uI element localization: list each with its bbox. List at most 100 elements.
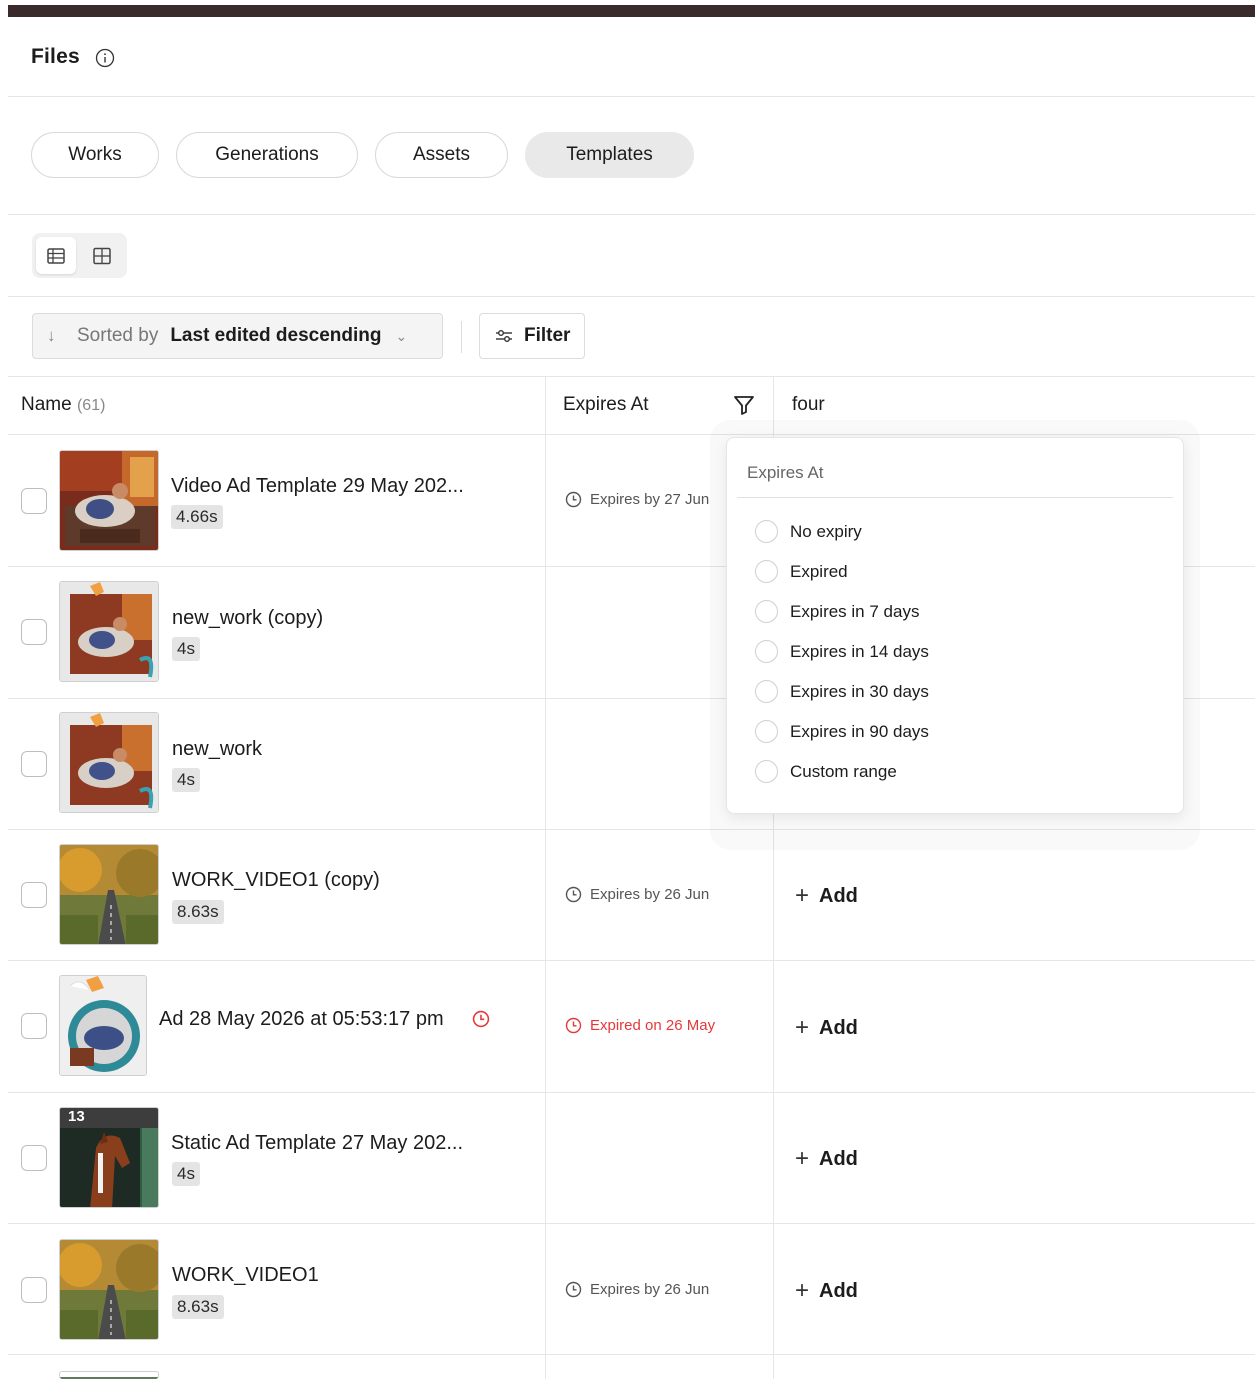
expiry-status: Expires by 27 Jun	[565, 491, 709, 508]
option-no-expiry[interactable]: No expiry	[755, 520, 862, 543]
option-90-days[interactable]: Expires in 90 days	[755, 720, 929, 743]
view-bar	[8, 215, 1255, 297]
radio-button[interactable]	[755, 760, 778, 783]
row-checkbox[interactable]	[21, 1013, 47, 1039]
expiry-status: Expired on 26 May	[565, 1017, 715, 1034]
row-name[interactable]: new_work (copy)	[172, 607, 323, 630]
add-button[interactable]: + Add	[795, 882, 858, 910]
thumbnail-image	[59, 844, 159, 945]
row-name[interactable]: WORK_VIDEO1 (copy)	[172, 869, 380, 892]
column-header-four[interactable]: four	[792, 394, 825, 416]
list-view-button[interactable]	[36, 237, 76, 274]
tab-assets[interactable]: Assets	[375, 132, 508, 178]
radio-button[interactable]	[755, 680, 778, 703]
list-view-icon	[47, 247, 65, 264]
row-checkbox[interactable]	[21, 619, 47, 645]
filter-button[interactable]: Filter	[479, 313, 585, 359]
row-name[interactable]: Ad 28 May 2026 at 05:53:17 pm	[159, 1008, 444, 1031]
tab-generations[interactable]: Generations	[176, 132, 358, 178]
column-header-expires[interactable]: Expires At	[563, 394, 649, 416]
table-row[interactable]: 13 Static Ad Template 27 May 202... 4s +…	[8, 1092, 1255, 1224]
thumbnail-image: 13	[59, 1107, 159, 1208]
duration-badge: 4s	[172, 1162, 200, 1186]
option-7-days[interactable]: Expires in 7 days	[755, 600, 919, 623]
grid-view-icon	[93, 247, 111, 264]
expiry-text: Expires by 26 Jun	[590, 1281, 710, 1298]
add-label: Add	[819, 1016, 858, 1039]
add-button[interactable]: + Add	[795, 1277, 858, 1305]
expiry-status: Expires by 26 Jun	[565, 886, 709, 903]
expiry-status: Expires by 26 Jun	[565, 1281, 709, 1298]
option-14-days[interactable]: Expires in 14 days	[755, 640, 929, 663]
add-button[interactable]: + Add	[795, 1014, 858, 1042]
radio-button[interactable]	[755, 560, 778, 583]
row-checkbox[interactable]	[21, 1277, 47, 1303]
radio-button[interactable]	[755, 600, 778, 623]
tab-works[interactable]: Works	[31, 132, 159, 178]
row-name[interactable]: Static Ad Template 27 May 202...	[171, 1132, 463, 1155]
table-row[interactable]: Ad 28 May 2026 at 05:53:17 pm Expired on…	[8, 961, 1255, 1093]
chevron-down-icon: ⌄	[395, 327, 408, 344]
sort-button[interactable]: ↓ Sorted by Last edited descending ⌄	[32, 313, 443, 359]
column-name-count: (61)	[76, 397, 106, 414]
row-name[interactable]: WORK_VIDEO1	[172, 1264, 319, 1287]
option-label: Custom range	[790, 761, 897, 781]
duration-badge: 4s	[172, 768, 200, 792]
row-checkbox[interactable]	[21, 1145, 47, 1171]
option-label: Expires in 7 days	[790, 601, 920, 621]
plus-icon: +	[795, 1014, 810, 1041]
grid-view-button[interactable]	[82, 237, 122, 274]
radio-button[interactable]	[755, 720, 778, 743]
clock-icon	[565, 491, 582, 508]
duration-badge: 8.63s	[172, 1295, 224, 1319]
option-label: Expires in 90 days	[790, 721, 929, 741]
option-custom-range[interactable]: Custom range	[755, 760, 897, 783]
option-30-days[interactable]: Expires in 30 days	[755, 680, 929, 703]
thumbnail-badge: 13	[68, 1108, 85, 1125]
radio-button[interactable]	[755, 640, 778, 663]
thumbnail-image	[59, 975, 147, 1076]
row-checkbox[interactable]	[21, 488, 47, 514]
expired-clock-icon	[472, 1010, 490, 1028]
option-expired[interactable]: Expired	[755, 560, 848, 583]
radio-button[interactable]	[755, 520, 778, 543]
table-row[interactable]: WORK_VIDEO1 8.63s Expires by 26 Jun + Ad…	[8, 1223, 1255, 1355]
page-title: Files	[31, 45, 80, 68]
option-label: Expires in 30 days	[790, 681, 929, 701]
row-checkbox[interactable]	[21, 751, 47, 777]
divider	[737, 497, 1173, 498]
duration-badge: 8.63s	[172, 900, 224, 924]
column-header-name[interactable]: Name (61)	[21, 394, 105, 416]
thumbnail-image	[59, 1371, 159, 1379]
filter-label: Filter	[524, 325, 571, 346]
add-label: Add	[819, 1147, 858, 1170]
tab-templates[interactable]: Templates	[525, 132, 694, 178]
duration-badge: 4.66s	[171, 505, 223, 529]
expiry-text: Expires by 27 Jun	[590, 491, 710, 508]
plus-icon: +	[795, 1277, 810, 1304]
view-toggle	[32, 233, 127, 278]
clock-icon	[565, 1281, 582, 1298]
row-name[interactable]: Video Ad Template 29 May 202...	[171, 475, 464, 498]
expires-filter-dropdown: Expires At No expiry Expired Expires in …	[726, 437, 1184, 814]
row-name[interactable]: new_work	[172, 738, 262, 761]
thumbnail-image	[59, 581, 159, 682]
top-bar	[8, 5, 1255, 17]
expiry-text: Expired on 26 May	[590, 1017, 716, 1034]
dropdown-title: Expires At	[747, 463, 824, 482]
plus-icon: +	[795, 882, 810, 909]
row-checkbox[interactable]	[21, 882, 47, 908]
clock-icon	[565, 886, 582, 903]
sort-bar: ↓ Sorted by Last edited descending ⌄ Fil…	[8, 297, 1255, 377]
plus-icon: +	[795, 1145, 810, 1172]
tabs-bar: Works Generations Assets Templates	[8, 97, 1255, 215]
info-icon[interactable]	[95, 48, 115, 68]
filter-sliders-icon	[496, 330, 512, 342]
thumbnail-image	[59, 1239, 159, 1340]
thumbnail-image	[59, 450, 159, 551]
duration-badge: 4s	[172, 637, 200, 661]
sort-arrow-icon: ↓	[47, 326, 56, 345]
funnel-icon[interactable]	[732, 393, 756, 417]
add-button[interactable]: + Add	[795, 1145, 858, 1173]
thumbnail-image	[59, 712, 159, 813]
